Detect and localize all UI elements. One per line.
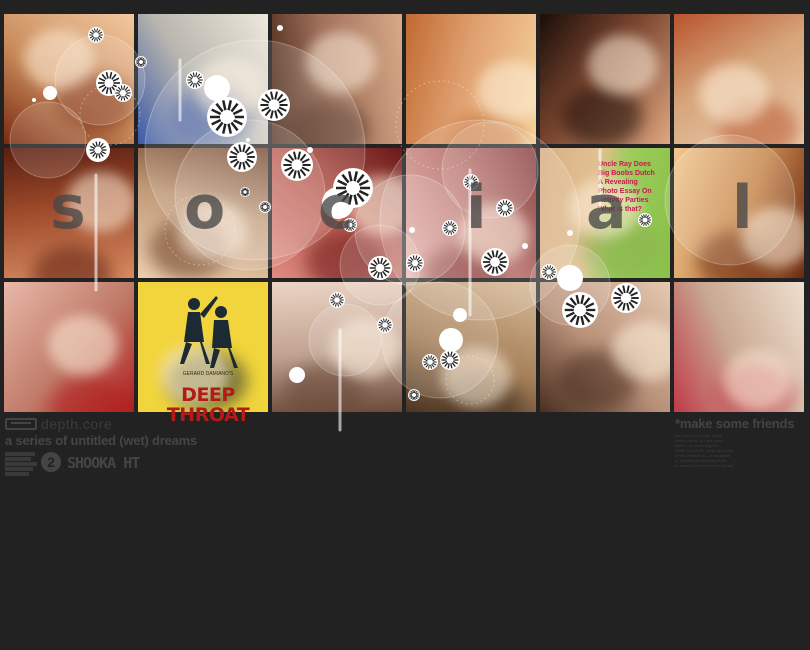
credits-fine-print [5, 452, 39, 476]
tile-highlight [441, 347, 511, 407]
tile-red-group[interactable] [272, 148, 402, 278]
tile-gingham-bikini[interactable] [674, 282, 804, 412]
tile-dark-hair-woman[interactable] [540, 14, 670, 144]
tile-red-bikini[interactable] [4, 282, 134, 412]
magazine-line: A Revealing [598, 179, 638, 186]
tile-rocky-shore[interactable] [406, 282, 536, 412]
tile-highlight [477, 61, 536, 121]
tile-shadow [32, 246, 112, 278]
tagline-block: *make some friends fall and rinse repeat… [675, 416, 810, 468]
magazine-cover-text: Uncle Ray Does Big Boobs Dutch A Reveali… [598, 160, 670, 214]
tile-bare-chest-man[interactable] [272, 14, 402, 144]
tile-highlight [24, 29, 94, 89]
tile-highlight [177, 201, 247, 261]
album-info: depth.core a series of untitled (wet) dr… [5, 416, 225, 476]
magazine-line: Uncle Ray Does [598, 161, 651, 168]
brand-row: depth.core [5, 416, 225, 432]
tile-skin-closeup[interactable] [406, 14, 536, 144]
tile-striped-swimsuit[interactable] [138, 14, 268, 144]
tile-highlight [723, 350, 793, 410]
tile-shadow [562, 86, 642, 144]
tile-highlight [195, 58, 265, 118]
tile-highlight [48, 315, 118, 375]
tile-highlight [699, 64, 769, 124]
depthcore-logo-icon [5, 418, 37, 430]
artist-logo: SHOOKA HT [67, 454, 140, 472]
tile-red-figure[interactable] [406, 148, 536, 278]
tile-highlight [588, 35, 658, 95]
tile-shadow [50, 378, 130, 412]
photo-grid [4, 14, 804, 412]
tile-highlight [66, 172, 134, 232]
poster-credit: GERARD DAMIANO'S [182, 371, 234, 377]
tagline[interactable]: *make some friends [675, 416, 810, 431]
brand-name: depth.core [41, 416, 113, 432]
magazine-line: Photo Essay On [598, 188, 652, 195]
tile-shadow [288, 100, 368, 144]
tagline-fine-print: fall and rinse repeat, bring dollar youn… [675, 433, 810, 468]
tile-highlight [348, 175, 402, 235]
tile-shadow [306, 232, 386, 278]
tile-curly-blonde[interactable] [674, 148, 804, 278]
tile-orange-race-car[interactable] [674, 14, 804, 144]
tile-warm-portrait[interactable] [4, 148, 134, 278]
credits-row: 2 SHOOKA HT [5, 452, 225, 476]
tile-highlight [330, 318, 400, 378]
magazine-line: Big Boobs Dutch [598, 170, 655, 177]
tile-highlight [306, 32, 376, 92]
poster-figures [166, 292, 246, 372]
tile-highlight [741, 207, 804, 267]
disc-number-badge: 2 [41, 452, 61, 472]
tile-highlight [459, 204, 529, 264]
tile-pale-figure[interactable] [272, 282, 402, 412]
tile-redhead-portrait[interactable] [4, 14, 134, 144]
tagline-line: or rather, abortion and the young. [675, 463, 735, 468]
tile-sunglasses-hand[interactable] [540, 282, 670, 412]
album-title: a series of untitled (wet) dreams [5, 433, 198, 448]
magazine-line: What is that? [598, 206, 642, 213]
tile-smiling-blonde[interactable] [138, 148, 268, 278]
magazine-line: Activity Parties [598, 197, 649, 204]
